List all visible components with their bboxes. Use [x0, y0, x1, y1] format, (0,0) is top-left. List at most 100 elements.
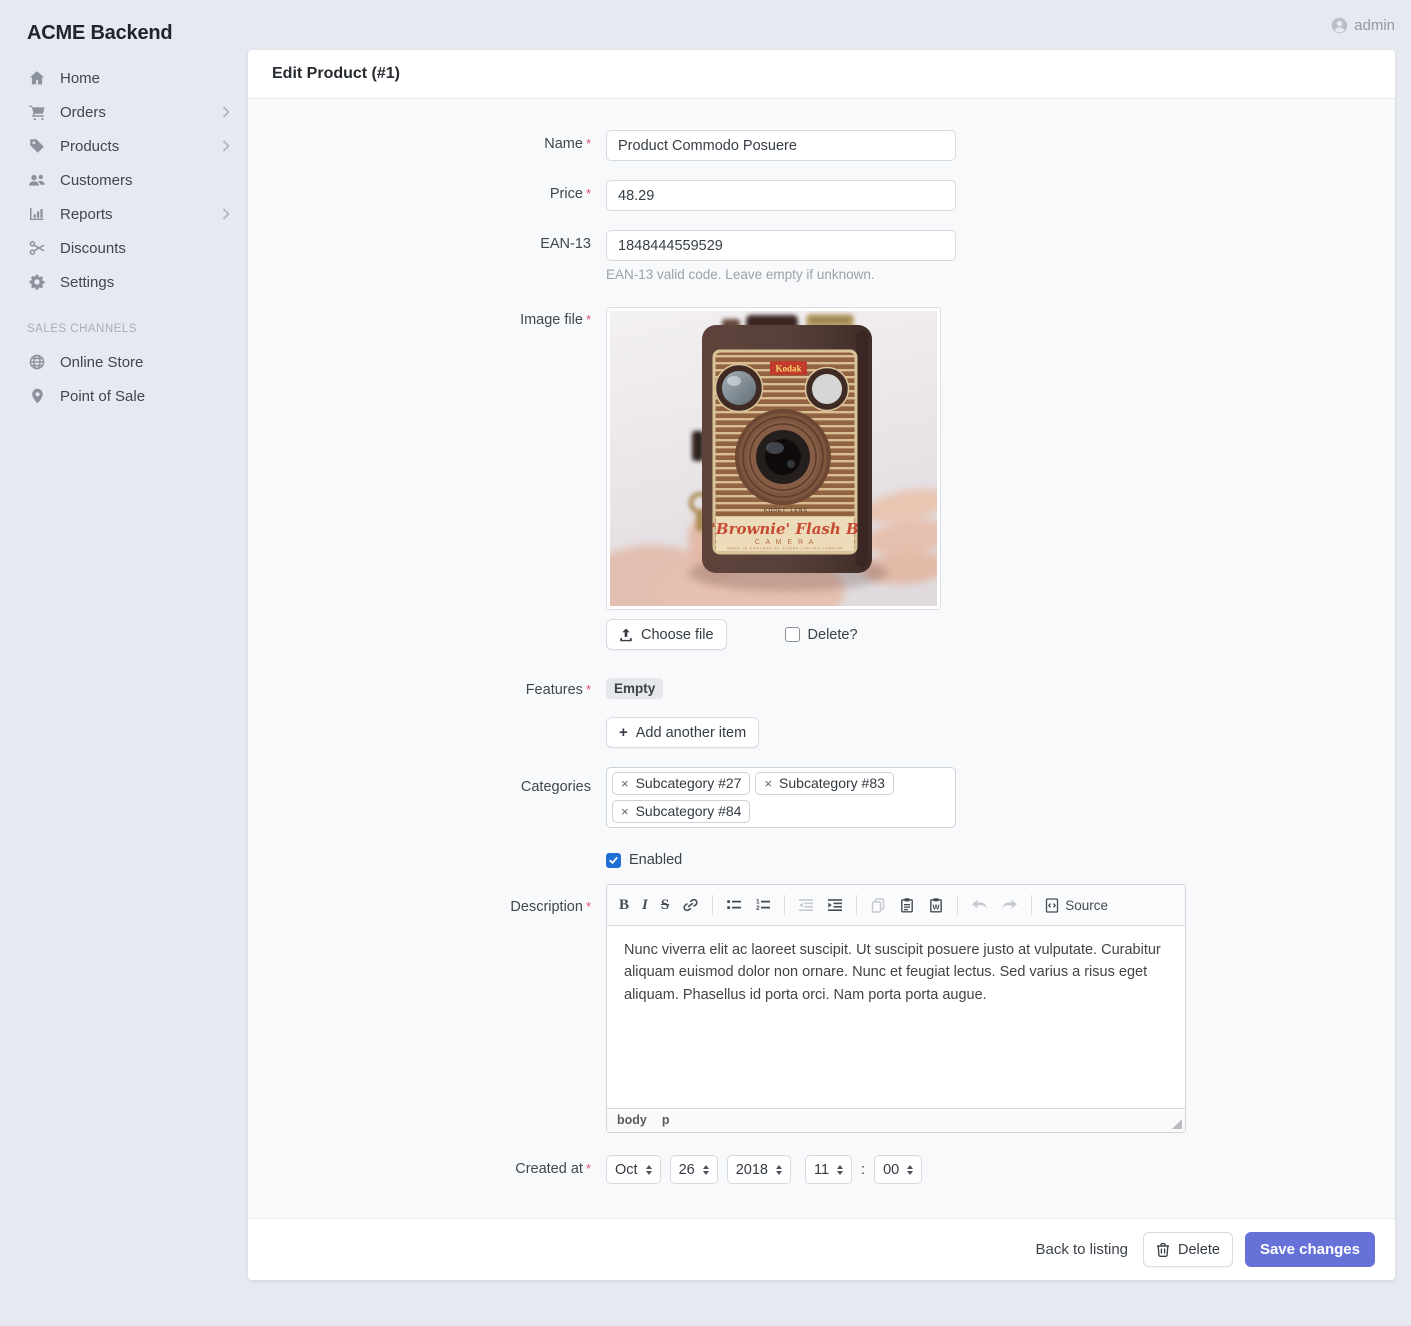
spinner-icon	[645, 1164, 652, 1175]
source-code-icon	[1045, 897, 1059, 913]
required-marker: *	[585, 1161, 591, 1176]
undo-button	[971, 898, 988, 913]
category-tag[interactable]: × Subcategory #27	[612, 772, 751, 795]
month-select[interactable]: Oct	[606, 1155, 661, 1184]
delete-image-checkbox[interactable]	[784, 627, 800, 642]
save-changes-button[interactable]: Save changes	[1244, 1232, 1375, 1267]
numbered-list-button[interactable]: 12	[755, 897, 771, 913]
indent-button[interactable]	[827, 897, 843, 913]
user-avatar-icon	[1331, 17, 1348, 34]
sidebar-item-label: Customers	[60, 171, 133, 189]
description-row: Description * B I S 12 W Source Nunc viv…	[248, 884, 1395, 1133]
strikethrough-button[interactable]: S	[661, 897, 669, 914]
sidebar-item-label: Home	[60, 69, 101, 87]
paste-from-word-button[interactable]: W	[928, 897, 944, 913]
globe-icon	[27, 354, 47, 370]
price-input[interactable]	[606, 180, 956, 211]
sidebar-item-orders[interactable]: Orders	[0, 95, 248, 129]
price-row: Price *	[248, 180, 1395, 211]
form-actions: Back to listing Delete Save changes	[248, 1218, 1395, 1280]
toolbar-separator	[712, 895, 714, 915]
categories-select[interactable]: × Subcategory #27 × Subcategory #83 × Subca…	[606, 767, 956, 828]
minute-select[interactable]: 00	[874, 1155, 923, 1184]
source-button[interactable]: Source	[1045, 898, 1108, 913]
chevron-right-icon	[222, 106, 230, 118]
name-input[interactable]	[606, 130, 956, 161]
chevron-right-icon	[222, 208, 230, 220]
sidebar: ACME Backend Home Orders Products Custom…	[0, 0, 248, 1326]
ean-row: EAN-13 EAN-13 valid code. Leave empty if…	[248, 230, 1395, 282]
sidebar-item-settings[interactable]: Settings	[0, 265, 248, 299]
sidebar-item-point-of-sale[interactable]: Point of Sale	[0, 379, 248, 413]
category-tag[interactable]: × Subcategory #84	[612, 800, 751, 823]
paste-button[interactable]	[899, 897, 915, 913]
path-p[interactable]: p	[662, 1113, 670, 1127]
user-menu[interactable]: admin	[1331, 17, 1395, 34]
sidebar-item-label: Orders	[60, 103, 106, 121]
toolbar-separator	[957, 895, 959, 915]
spinner-icon	[907, 1164, 914, 1175]
enabled-checkbox[interactable]	[606, 852, 621, 868]
toolbar-separator	[856, 895, 858, 915]
time-separator: :	[861, 1161, 866, 1178]
add-another-item-button[interactable]: + Add another item	[606, 717, 760, 748]
path-body[interactable]: body	[617, 1113, 647, 1127]
required-marker: *	[585, 899, 591, 914]
tag-icon	[27, 138, 47, 154]
year-select[interactable]: 2018	[726, 1155, 791, 1184]
bold-button[interactable]: B	[619, 897, 629, 914]
created-at-row: Created at * Oct 26 2018 11 : 00	[248, 1155, 1395, 1184]
choose-file-button[interactable]: Choose file	[606, 619, 727, 650]
italic-button[interactable]: I	[642, 897, 648, 914]
hour-select[interactable]: 11	[804, 1155, 853, 1184]
remove-tag-icon[interactable]: ×	[764, 777, 772, 790]
back-to-listing-link[interactable]: Back to listing	[1035, 1241, 1128, 1258]
sidebar-item-label: Discounts	[60, 239, 126, 257]
trash-icon	[1156, 1242, 1170, 1257]
spinner-icon	[702, 1164, 709, 1175]
description-editor-content[interactable]: Nunc viverra elit ac laoreet suscipit. U…	[607, 926, 1185, 1108]
required-marker: *	[585, 186, 591, 201]
image-label: Image file *	[520, 312, 591, 328]
remove-tag-icon[interactable]: ×	[621, 777, 629, 790]
sidebar-item-label: Products	[60, 137, 120, 155]
resize-grip[interactable]	[1172, 1119, 1182, 1129]
required-marker: *	[585, 312, 591, 327]
enabled-checkbox-row[interactable]: Enabled	[606, 852, 1395, 868]
ean-input[interactable]	[606, 230, 956, 261]
spinner-icon	[837, 1164, 844, 1175]
delete-image-checkbox-row[interactable]: Delete?	[784, 626, 858, 643]
created-at-label: Created at *	[515, 1161, 591, 1177]
outdent-button	[798, 897, 814, 913]
sidebar-item-customers[interactable]: Customers	[0, 163, 248, 197]
cart-icon	[27, 104, 47, 120]
map-pin-icon	[27, 388, 47, 404]
delete-image-label: Delete?	[807, 626, 858, 643]
features-row: Features * Empty + Add another item	[248, 672, 1395, 748]
day-select[interactable]: 26	[669, 1155, 718, 1184]
delete-button[interactable]: Delete	[1143, 1232, 1233, 1267]
sidebar-item-products[interactable]: Products	[0, 129, 248, 163]
editor-elements-path: body p	[607, 1108, 1185, 1132]
link-icon[interactable]	[682, 897, 699, 913]
name-label: Name *	[544, 136, 591, 152]
remove-tag-icon[interactable]: ×	[621, 805, 629, 818]
categories-label: Categories	[520, 779, 591, 795]
toolbar-separator	[784, 895, 786, 915]
sidebar-item-reports[interactable]: Reports	[0, 197, 248, 231]
svg-text:C A M E R A: C A M E R A	[755, 539, 816, 546]
category-tag[interactable]: × Subcategory #83	[755, 772, 894, 795]
svg-text:Kodak: Kodak	[775, 364, 801, 374]
product-photo: Kodak 'KODET' LENS 'Brownie' Flash B C A…	[606, 307, 941, 610]
bulleted-list-button[interactable]	[726, 897, 742, 913]
svg-text:'KODET' LENS: 'KODET' LENS	[762, 508, 808, 514]
chevron-right-icon	[222, 140, 230, 152]
image-row: Image file * Kodak 'KODET' LENS 'Brownie…	[248, 307, 1395, 650]
sidebar-item-discounts[interactable]: Discounts	[0, 231, 248, 265]
sidebar-item-online-store[interactable]: Online Store	[0, 345, 248, 379]
svg-text:2: 2	[756, 905, 760, 912]
sidebar-item-home[interactable]: Home	[0, 61, 248, 95]
bar-chart-icon	[27, 206, 47, 222]
page-title: Edit Product (#1)	[248, 50, 1395, 99]
price-label: Price *	[549, 186, 591, 202]
